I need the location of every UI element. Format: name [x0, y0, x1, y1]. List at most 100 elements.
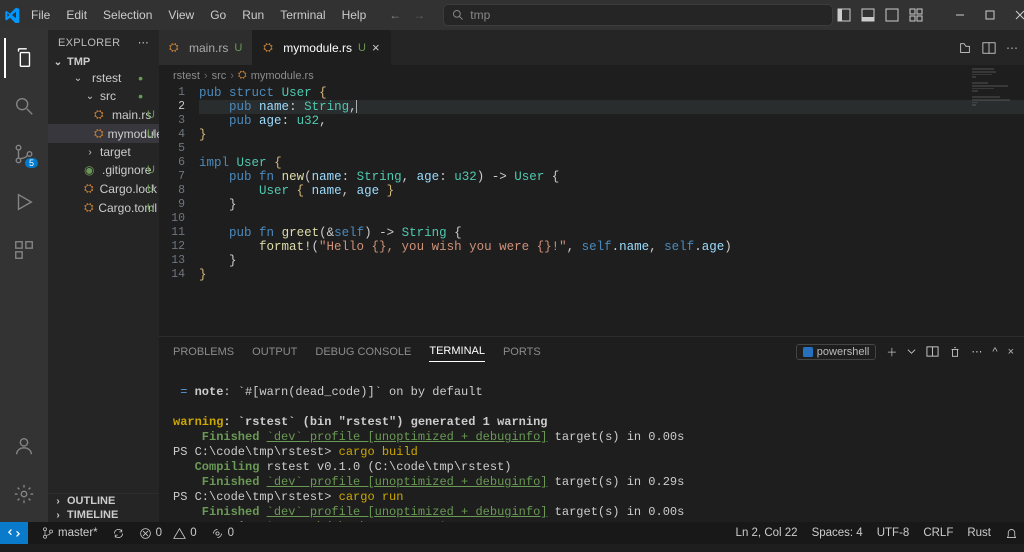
- menu-edit[interactable]: Edit: [59, 4, 94, 26]
- menu-view[interactable]: View: [161, 4, 201, 26]
- sidebar-timeline[interactable]: ›TIMELINE: [48, 508, 159, 522]
- tree-file-mymodule-rs[interactable]: ⛭mymodule.rsU: [48, 124, 159, 143]
- explorer-more-icon[interactable]: ⋯: [138, 36, 149, 49]
- status-ports[interactable]: 0: [211, 527, 234, 540]
- menu-help[interactable]: Help: [335, 4, 374, 26]
- panel-tab-output[interactable]: OUTPUT: [252, 342, 297, 362]
- remote-indicator[interactable]: [0, 522, 28, 544]
- lock-file-icon: ⛭: [84, 181, 96, 196]
- tree-folder-target[interactable]: ›target: [48, 143, 159, 161]
- layout-toggle-right-icon[interactable]: [885, 8, 899, 22]
- branch-name: master*: [58, 527, 98, 539]
- more-actions-icon[interactable]: ⋯: [1006, 41, 1018, 55]
- git-status: U: [147, 128, 155, 140]
- activity-account[interactable]: [4, 426, 44, 466]
- terminal-shell-kind[interactable]: powershell: [796, 344, 877, 360]
- git-branch-icon: [42, 527, 54, 539]
- split-editor-icon[interactable]: [982, 41, 996, 55]
- tab-label: main.rs: [189, 41, 228, 55]
- tab-git-status: U: [234, 42, 242, 54]
- git-status: U: [147, 183, 155, 195]
- powershell-icon: [803, 347, 813, 357]
- status-sync[interactable]: [112, 527, 125, 540]
- breadcrumb-item[interactable]: mymodule.rs: [251, 70, 314, 82]
- tab-close-icon[interactable]: ×: [372, 40, 380, 55]
- tree-label: src: [100, 89, 116, 103]
- panel-more-icon[interactable]: ⋯: [971, 345, 982, 358]
- breadcrumb-item[interactable]: rstest: [173, 70, 200, 82]
- tree-file-cargo-lock[interactable]: ⛭Cargo.lockU: [48, 179, 159, 198]
- tree-label: .gitignore: [102, 163, 151, 177]
- nav-back-icon[interactable]: ←: [389, 8, 401, 22]
- tree-file-gitignore[interactable]: ◉ .gitignoreU: [48, 161, 159, 179]
- split-terminal-icon[interactable]: [926, 345, 939, 358]
- status-problems[interactable]: 0 0: [139, 527, 197, 540]
- minimap[interactable]: [972, 68, 1012, 188]
- tree-folder-src[interactable]: ⌄src•: [48, 87, 159, 105]
- compare-changes-icon[interactable]: [958, 41, 972, 55]
- tree-folder-rstest[interactable]: ⌄rstest•: [48, 69, 159, 87]
- status-spaces[interactable]: Spaces: 4: [812, 527, 863, 539]
- breadcrumb-item[interactable]: src: [212, 70, 227, 82]
- layout-customize-icon[interactable]: [909, 8, 923, 22]
- terminal-dropdown-icon[interactable]: [907, 347, 916, 356]
- activity-run-debug[interactable]: [4, 182, 44, 222]
- error-icon: [139, 527, 152, 540]
- status-bar: master* 0 0 0 Ln 2, Col 22 Spaces: 4 UTF…: [0, 522, 1024, 544]
- status-branch[interactable]: master*: [42, 527, 98, 539]
- layout-toggle-left-icon[interactable]: [837, 8, 851, 22]
- search-icon: [452, 9, 464, 21]
- sidebar-outline[interactable]: ›OUTLINE: [48, 494, 159, 508]
- tree-label: target: [100, 145, 131, 159]
- activity-bar: 5: [0, 30, 48, 522]
- menu-run[interactable]: Run: [235, 4, 271, 26]
- activity-settings[interactable]: [4, 474, 44, 514]
- command-center[interactable]: tmp: [443, 4, 833, 26]
- activity-explorer[interactable]: [4, 38, 44, 78]
- git-modified-dot: •: [138, 92, 143, 100]
- menu-selection[interactable]: Selection: [96, 4, 159, 26]
- git-status: U: [147, 164, 155, 176]
- close-panel-icon[interactable]: ×: [1008, 346, 1014, 358]
- menu-terminal[interactable]: Terminal: [273, 4, 332, 26]
- new-terminal-icon[interactable]: ＋: [886, 344, 897, 360]
- activity-search[interactable]: [4, 86, 44, 126]
- close-button[interactable]: [1005, 0, 1024, 30]
- maximize-button[interactable]: [975, 0, 1005, 30]
- tree-file-cargo-toml[interactable]: ⛭Cargo.tomlU: [48, 198, 159, 217]
- maximize-panel-icon[interactable]: ^: [992, 346, 997, 358]
- panel-tab-ports[interactable]: PORTS: [503, 342, 541, 362]
- tab-mymodule-rs[interactable]: ⛭mymodule.rsU×: [253, 30, 390, 65]
- activity-scm[interactable]: 5: [4, 134, 44, 174]
- ports-count: 0: [228, 527, 234, 539]
- tab-main-rs[interactable]: ⛭main.rsU: [159, 30, 253, 65]
- tree-file-main-rs[interactable]: ⛭main.rsU: [48, 105, 159, 124]
- panel-tab-terminal[interactable]: TERMINAL: [429, 341, 485, 362]
- menu-file[interactable]: File: [24, 4, 57, 26]
- ports-icon: [211, 527, 224, 540]
- activity-extensions[interactable]: [4, 230, 44, 270]
- tree-label: rstest: [92, 71, 121, 85]
- explorer-root[interactable]: ⌄TMP: [48, 55, 159, 69]
- shell-kind-label: powershell: [817, 346, 870, 358]
- panel-tab-problems[interactable]: PROBLEMS: [173, 342, 234, 362]
- toml-file-icon: ⛭: [84, 200, 94, 215]
- kill-terminal-icon[interactable]: [949, 346, 961, 358]
- code-editor[interactable]: 1pub struct User { 2 pub name: String, 3…: [159, 86, 1024, 336]
- error-count: 0: [156, 527, 162, 539]
- minimize-button[interactable]: [945, 0, 975, 30]
- status-encoding[interactable]: UTF-8: [877, 527, 910, 539]
- gitignore-file-icon: ◉: [84, 163, 98, 177]
- panel-tab-debug-console[interactable]: DEBUG CONSOLE: [315, 342, 411, 362]
- section-label: OUTLINE: [67, 495, 115, 507]
- status-ln-col[interactable]: Ln 2, Col 22: [736, 527, 798, 539]
- status-eol[interactable]: CRLF: [923, 527, 953, 539]
- nav-forward-icon[interactable]: →: [413, 8, 425, 22]
- status-notifications-icon[interactable]: [1005, 527, 1018, 540]
- rust-file-icon: ⛭: [263, 40, 277, 55]
- menu-go[interactable]: Go: [203, 4, 233, 26]
- breadcrumb[interactable]: rstest› src› ⛭ mymodule.rs: [159, 65, 1024, 86]
- layout-toggle-bottom-icon[interactable]: [861, 8, 875, 22]
- status-language[interactable]: Rust: [967, 527, 991, 539]
- terminal-view[interactable]: = note: `#[warn(dead_code)]` on by defau…: [159, 366, 1024, 522]
